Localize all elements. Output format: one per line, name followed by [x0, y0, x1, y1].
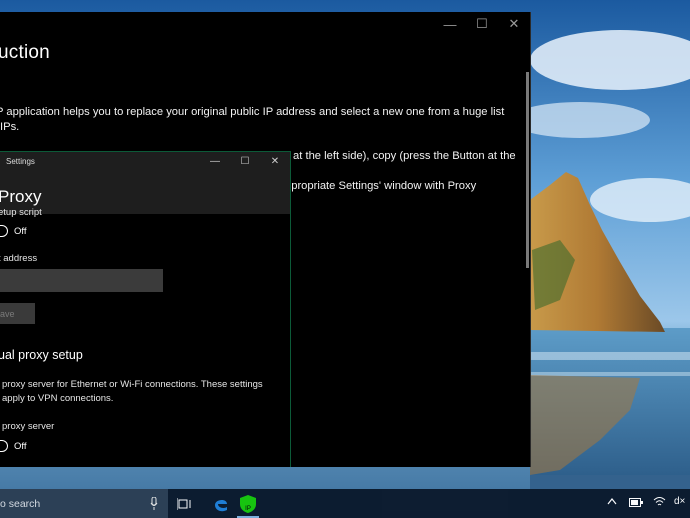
settings-titlebar: Settings — ☐ ✕ Proxy	[0, 152, 290, 214]
task-view-icon[interactable]	[173, 493, 195, 515]
minimize-icon[interactable]: —	[434, 12, 466, 36]
manual-proxy-description: proxy server for Ethernet or Wi-Fi conne…	[2, 379, 263, 404]
battery-icon[interactable]	[629, 498, 643, 510]
save-button[interactable]: ave	[0, 303, 35, 324]
script-toggle-state: Off	[14, 226, 27, 237]
app-titlebar: — ☐ ✕	[434, 12, 530, 36]
page-title: uction	[0, 42, 50, 63]
settings-heading: Proxy	[0, 187, 42, 206]
search-placeholder: o search	[0, 497, 41, 510]
maximize-icon[interactable]: ☐	[230, 152, 260, 170]
address-input[interactable]	[0, 269, 163, 292]
app-badge: IP	[245, 506, 251, 512]
minimize-icon[interactable]: —	[200, 152, 230, 170]
settings-window: Settings — ☐ ✕ Proxy etup script Off t a…	[0, 151, 291, 467]
proxy-server-label: proxy server	[2, 421, 55, 432]
intro-line: P application helps you to replace your …	[0, 105, 505, 133]
setup-script-label: etup script	[0, 207, 42, 218]
toggle-icon[interactable]	[0, 440, 8, 452]
chevron-up-icon[interactable]	[607, 496, 617, 508]
address-label: t address	[0, 253, 38, 264]
taskbar-search[interactable]: o search	[0, 489, 168, 518]
close-icon[interactable]: ✕	[260, 152, 290, 170]
toggle-icon[interactable]	[0, 225, 8, 237]
scrollbar[interactable]	[526, 72, 529, 268]
settings-window-title: Settings	[6, 157, 35, 166]
shield-ip-icon[interactable]: IP	[237, 492, 259, 518]
taskbar: o search IP d×	[0, 489, 690, 518]
microphone-icon[interactable]	[150, 497, 158, 510]
main-app-window: — ☐ ✕ uction P application helps you to …	[0, 12, 531, 467]
manual-proxy-heading: ual proxy setup	[0, 348, 83, 362]
maximize-icon[interactable]: ☐	[466, 12, 498, 36]
close-icon[interactable]: ✕	[498, 12, 530, 36]
wifi-icon[interactable]	[653, 496, 666, 510]
volume-icon[interactable]: d×	[674, 496, 685, 507]
edge-icon[interactable]	[210, 493, 232, 515]
proxy-toggle-state: Off	[14, 441, 27, 452]
